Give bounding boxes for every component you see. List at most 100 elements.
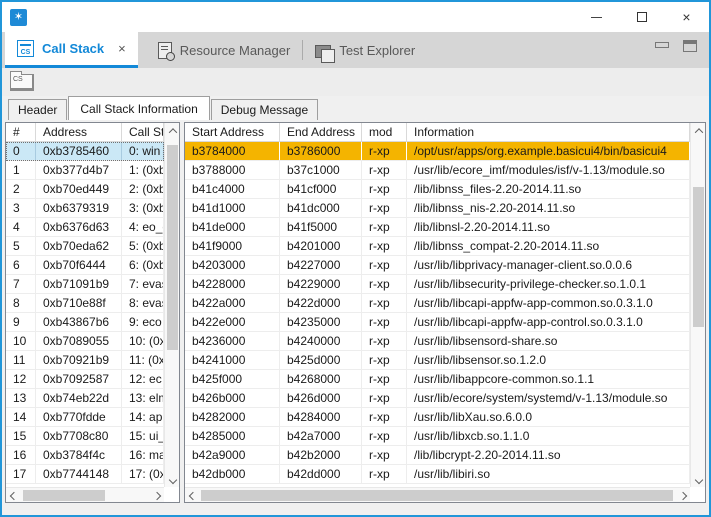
cell-mod[interactable]: r-xp [362, 294, 407, 312]
column-header-num[interactable]: # [6, 123, 36, 141]
cell-information[interactable]: /usr/lib/libcapi-appfw-app-common.so.0.3… [407, 294, 690, 312]
column-header-callstack[interactable]: Call St [122, 123, 164, 141]
cell-end-address[interactable]: b4284000 [280, 408, 362, 426]
cell-start-address[interactable]: b41c4000 [185, 180, 280, 198]
cell-callstack[interactable]: 8: evas [122, 294, 164, 312]
scroll-down-button[interactable] [691, 472, 706, 487]
cell-callstack[interactable]: 3: (0xb [122, 199, 164, 217]
cell-information[interactable]: /usr/lib/libprivacy-manager-client.so.0.… [407, 256, 690, 274]
cell-num[interactable]: 12 [6, 370, 36, 388]
cell-address[interactable]: 0xb70921b9 [36, 351, 122, 369]
call-stack-row[interactable]: 00xb37854600: win [6, 142, 164, 161]
cell-callstack[interactable]: 14: ap [122, 408, 164, 426]
cell-mod[interactable]: r-xp [362, 161, 407, 179]
cell-callstack[interactable]: 12: ec [122, 370, 164, 388]
column-header-information[interactable]: Information [407, 123, 690, 141]
cell-information[interactable]: /opt/usr/apps/org.example.basicui4/bin/b… [407, 142, 690, 160]
cell-end-address[interactable]: b4235000 [280, 313, 362, 331]
cell-end-address[interactable]: b425d000 [280, 351, 362, 369]
cell-num[interactable]: 8 [6, 294, 36, 312]
panel-maximize-icon[interactable] [683, 40, 697, 52]
cell-information[interactable]: /lib/libcrypt-2.20-2014.11.so [407, 446, 690, 464]
call-stack-row[interactable]: 100xb708905510: (0x [6, 332, 164, 351]
cell-num[interactable]: 5 [6, 237, 36, 255]
cell-address[interactable]: 0xb74eb22d [36, 389, 122, 407]
cell-callstack[interactable]: 5: (0xb [122, 237, 164, 255]
cell-information[interactable]: /usr/lib/libappcore-common.so.1.1 [407, 370, 690, 388]
memory-map-row[interactable]: b41de000b41f5000r-xp/lib/libnsl-2.20-201… [185, 218, 690, 237]
call-stack-row[interactable]: 120xb709258712: ec [6, 370, 164, 389]
cell-callstack[interactable]: 10: (0x [122, 332, 164, 350]
cell-start-address[interactable]: b4282000 [185, 408, 280, 426]
cell-callstack[interactable]: 9: eco [122, 313, 164, 331]
cell-num[interactable]: 17 [6, 465, 36, 483]
cell-mod[interactable]: r-xp [362, 256, 407, 274]
memory-map-row[interactable]: b41c4000b41cf000r-xp/lib/libnss_files-2.… [185, 180, 690, 199]
cell-information[interactable]: /usr/lib/libsecurity-privilege-checker.s… [407, 275, 690, 293]
cell-information[interactable]: /usr/lib/libsensor.so.1.2.0 [407, 351, 690, 369]
cell-address[interactable]: 0xb70f6444 [36, 256, 122, 274]
cell-end-address[interactable]: b422d000 [280, 294, 362, 312]
call-stack-row[interactable]: 40xb6376d634: eo_e [6, 218, 164, 237]
cell-address[interactable]: 0xb710e88f [36, 294, 122, 312]
memory-map-row[interactable]: b41f9000b4201000r-xp/lib/libnss_compat-2… [185, 237, 690, 256]
cell-mod[interactable]: r-xp [362, 142, 407, 160]
cell-mod[interactable]: r-xp [362, 446, 407, 464]
cell-start-address[interactable]: b425f000 [185, 370, 280, 388]
cell-mod[interactable]: r-xp [362, 275, 407, 293]
cell-callstack[interactable]: 15: ui_ [122, 427, 164, 445]
cell-mod[interactable]: r-xp [362, 408, 407, 426]
right-vscroll-thumb[interactable] [693, 187, 704, 327]
cell-mod[interactable]: r-xp [362, 389, 407, 407]
left-vertical-scrollbar[interactable] [164, 123, 179, 487]
cell-callstack[interactable]: 1: (0xb [122, 161, 164, 179]
cell-mod[interactable]: r-xp [362, 370, 407, 388]
cell-callstack[interactable]: 2: (0xb [122, 180, 164, 198]
scroll-right-button[interactable] [149, 488, 164, 503]
cell-end-address[interactable]: b41dc000 [280, 199, 362, 217]
call-stack-row[interactable]: 80xb710e88f8: evas [6, 294, 164, 313]
cell-num[interactable]: 3 [6, 199, 36, 217]
cell-callstack[interactable]: 13: elm [122, 389, 164, 407]
cell-information[interactable]: /lib/libnss_compat-2.20-2014.11.so [407, 237, 690, 255]
cell-address[interactable]: 0xb7708c80 [36, 427, 122, 445]
memory-map-row[interactable]: b3784000b3786000r-xp/opt/usr/apps/org.ex… [185, 142, 690, 161]
memory-map-row[interactable]: b4228000b4229000r-xp/usr/lib/libsecurity… [185, 275, 690, 294]
cell-mod[interactable]: r-xp [362, 351, 407, 369]
cell-address[interactable]: 0xb70ed449 [36, 180, 122, 198]
cell-mod[interactable]: r-xp [362, 237, 407, 255]
cell-address[interactable]: 0xb7092587 [36, 370, 122, 388]
cell-end-address[interactable]: b4229000 [280, 275, 362, 293]
call-stack-row[interactable]: 70xb71091b97: evas [6, 275, 164, 294]
cell-mod[interactable]: r-xp [362, 218, 407, 236]
cell-mod[interactable]: r-xp [362, 180, 407, 198]
cell-address[interactable]: 0xb6379319 [36, 199, 122, 217]
cell-num[interactable]: 13 [6, 389, 36, 407]
memory-map-row[interactable]: b425f000b4268000r-xp/usr/lib/libappcore-… [185, 370, 690, 389]
tab-resource-manager[interactable]: Resource Manager [146, 32, 303, 68]
cell-end-address[interactable]: b3786000 [280, 142, 362, 160]
cell-address[interactable]: 0xb770fdde [36, 408, 122, 426]
close-button[interactable]: × [664, 2, 709, 32]
cell-end-address[interactable]: b426d000 [280, 389, 362, 407]
call-stack-row[interactable]: 130xb74eb22d13: elm [6, 389, 164, 408]
memory-map-row[interactable]: b426b000b426d000r-xp/usr/lib/ecore/syste… [185, 389, 690, 408]
tab-call-stack[interactable]: CS Call Stack × [5, 32, 138, 68]
call-stack-folder-icon[interactable]: CS [10, 74, 34, 91]
cell-callstack[interactable]: 6: (0xb [122, 256, 164, 274]
cell-num[interactable]: 4 [6, 218, 36, 236]
cell-information[interactable]: /lib/libnss_nis-2.20-2014.11.so [407, 199, 690, 217]
cell-start-address[interactable]: b42a9000 [185, 446, 280, 464]
memory-map-row[interactable]: b42a9000b42b2000r-xp/lib/libcrypt-2.20-2… [185, 446, 690, 465]
cell-information[interactable]: /lib/libnsl-2.20-2014.11.so [407, 218, 690, 236]
cell-information[interactable]: /lib/libnss_files-2.20-2014.11.so [407, 180, 690, 198]
column-header-start-address[interactable]: Start Address [185, 123, 280, 141]
cell-mod[interactable]: r-xp [362, 427, 407, 445]
cell-information[interactable]: /usr/lib/libxcb.so.1.1.0 [407, 427, 690, 445]
cell-callstack[interactable]: 11: (0x [122, 351, 164, 369]
tab-close-icon[interactable]: × [118, 41, 126, 56]
memory-map-row[interactable]: b41d1000b41dc000r-xp/lib/libnss_nis-2.20… [185, 199, 690, 218]
cell-end-address[interactable]: b4201000 [280, 237, 362, 255]
call-stack-row[interactable]: 150xb7708c8015: ui_ [6, 427, 164, 446]
cell-callstack[interactable]: 0: win [122, 142, 164, 160]
